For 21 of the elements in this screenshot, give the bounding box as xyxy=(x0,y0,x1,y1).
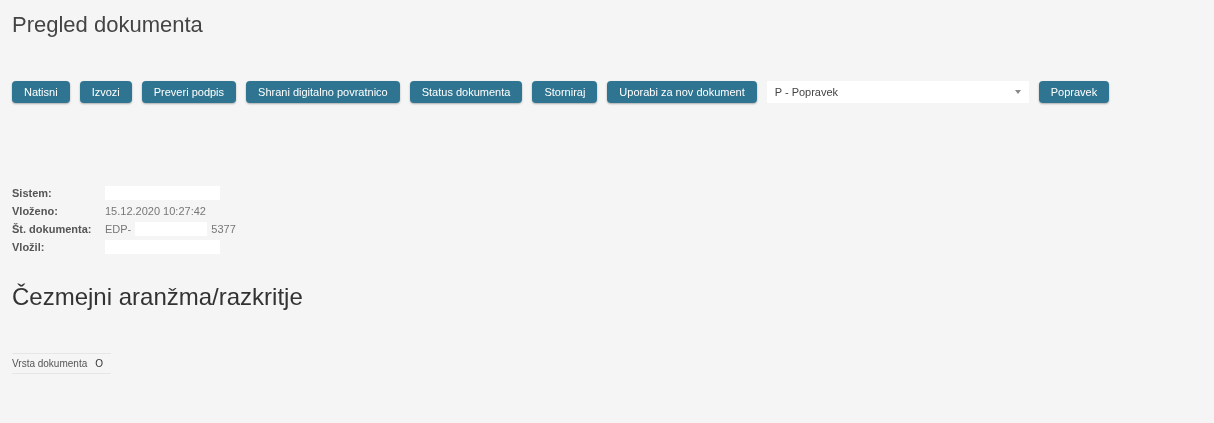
toolbar-button[interactable]: Storniraj xyxy=(532,81,598,103)
detail-label: Sistem: xyxy=(12,185,53,201)
toolbar-button[interactable]: Shrani digitalno povratnico xyxy=(246,81,400,103)
toolbar-button[interactable]: Uporabi za nov dokument xyxy=(607,81,757,103)
detail-label: Vložil: xyxy=(12,239,46,255)
field-label: Vrsta dokumenta xyxy=(12,357,88,371)
detail-label: Št. dokumenta: xyxy=(12,221,93,237)
toolbar-button[interactable]: Preveri podpis xyxy=(141,81,237,103)
type-select[interactable]: P - Popravek xyxy=(766,81,1029,103)
popravek-button[interactable]: Popravek xyxy=(1038,81,1110,103)
caret-icon xyxy=(1014,90,1021,94)
field-value: O xyxy=(95,357,103,371)
detail-value: 15.12.2020 10:27:42 xyxy=(105,203,206,219)
detail-label: Vloženo: xyxy=(12,203,59,219)
section-title: Čezmejni aranžma/razkritje xyxy=(12,282,304,312)
toolbar-button[interactable]: Natisni xyxy=(12,81,70,103)
detail-value: 5377 xyxy=(211,221,236,237)
page-title: Pregled dokumenta xyxy=(12,11,204,39)
detail-value: EDP- xyxy=(105,221,132,237)
toolbar-button[interactable]: Izvozi xyxy=(79,81,132,103)
toolbar-button[interactable]: Status dokumenta xyxy=(409,81,523,103)
